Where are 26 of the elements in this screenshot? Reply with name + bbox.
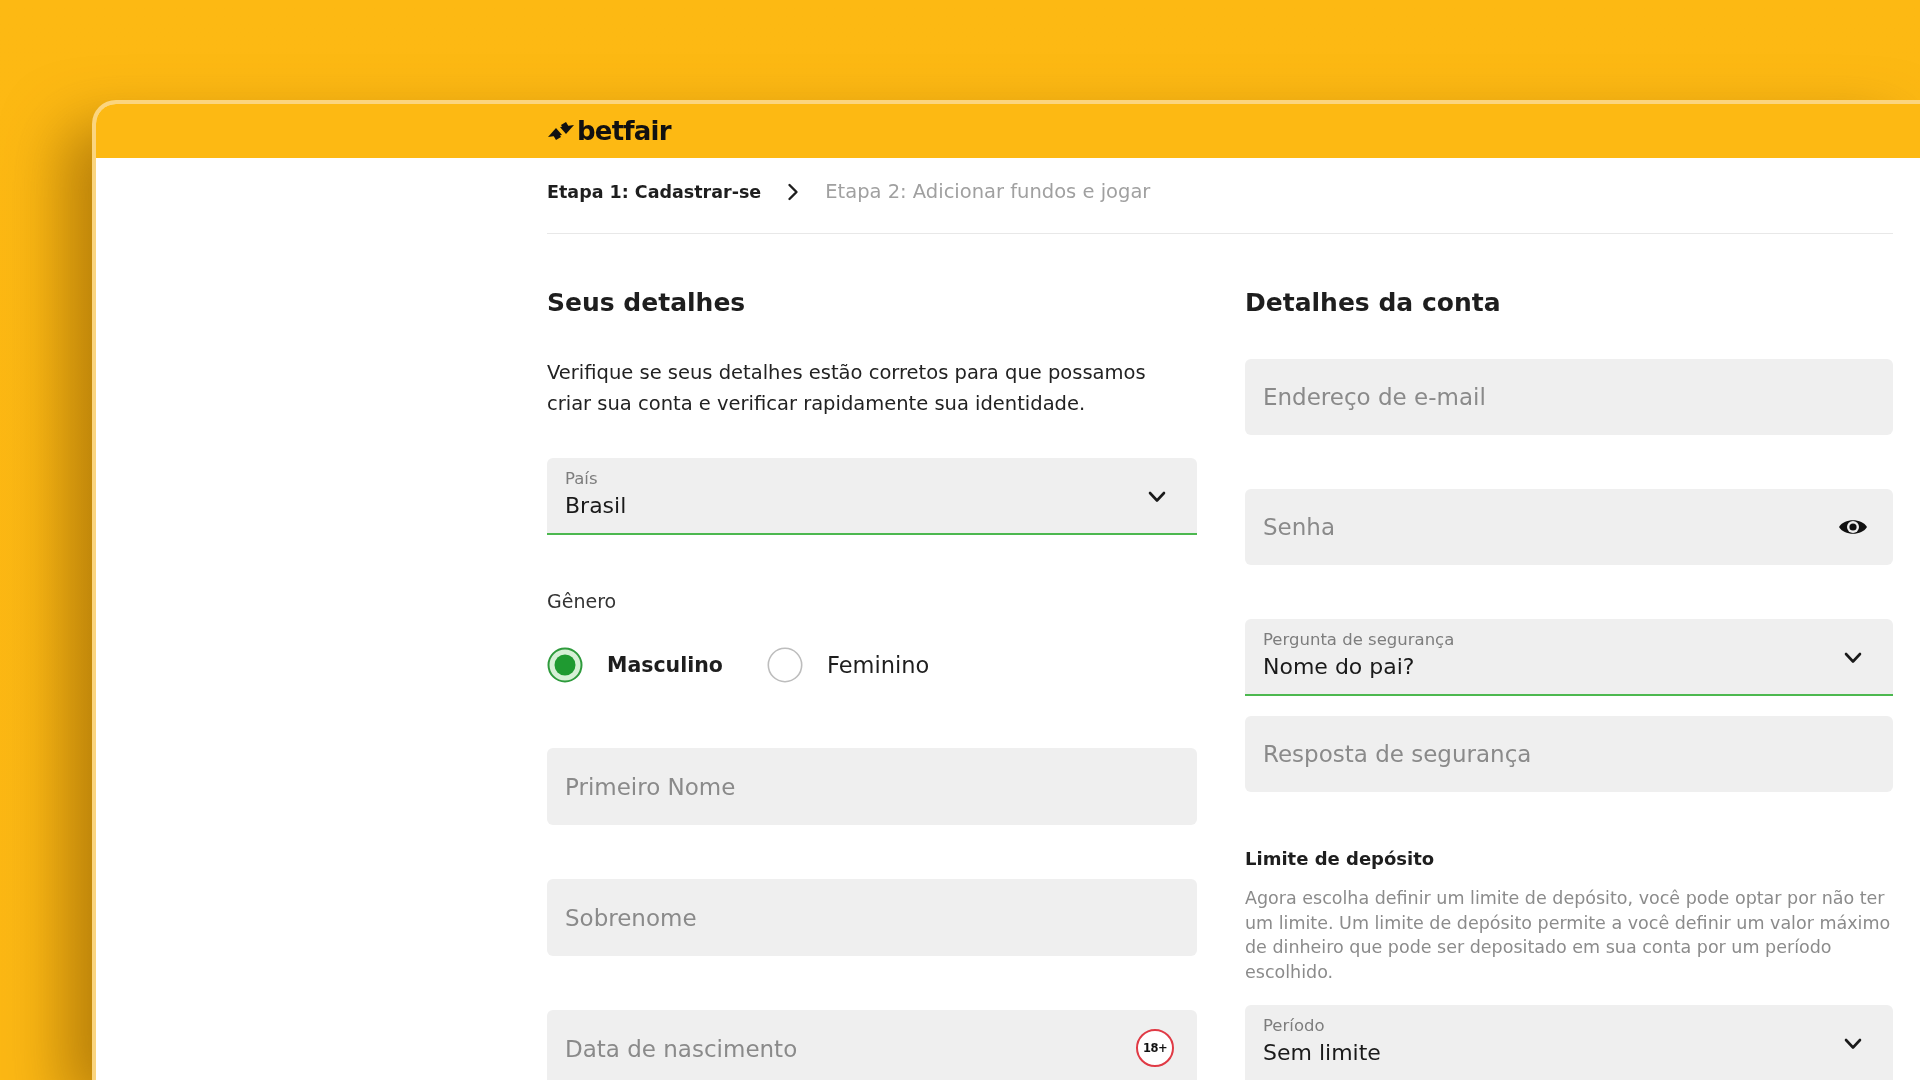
deposit-limit-description: Agora escolha definir um limite de depósito, você pode optar por não ter um limite. Um limite de depósito permite a você definir um valor máximo de dinheiro que pode ser depositado em sua conta por um período escolhido. [1245,887,1892,984]
intro-text: Verifique se seus detalhes estão corretos para que possamos criar sua conta e verificar rapidamente sua identidade. [547,360,1147,417]
radio-label[interactable]: Masculino [607,651,723,679]
chevron-down-icon [1148,491,1166,503]
gender-label: Gênero [547,589,618,613]
step-label: Etapa 2: Adicionar fundos e jogar [825,179,1151,204]
section-title: Seus detalhes [547,287,747,319]
email-field[interactable]: Endereço de e-mail [1245,359,1893,435]
security-question-dropdown[interactable]: Pergunta de segurança Nome do pai? [1245,619,1893,696]
period-dropdown[interactable]: Período Sem limite [1245,1005,1893,1080]
logo-icon [547,120,575,142]
radio-button[interactable] [547,647,583,683]
chevron-down-icon [1844,652,1862,664]
deposit-limit-title: Limite de depósito [1245,847,1436,871]
country-dropdown[interactable]: País Brasil [547,458,1197,535]
logo-text: betfair [577,116,671,146]
step-label: Etapa 1: Cadastrar-se [547,180,762,204]
password-field[interactable]: Senha [1245,489,1893,565]
chevron-right-icon [787,182,800,201]
first-name-field[interactable]: Primeiro Nome [547,748,1197,825]
last-name-field[interactable]: Sobrenome [547,879,1197,956]
radio-label[interactable]: Feminino [826,651,930,679]
section-title: Detalhes da conta [1245,287,1502,319]
chevron-down-icon [1844,1038,1862,1051]
radio-button[interactable] [766,647,803,683]
security-answer-field[interactable]: Resposta de segurança [1245,716,1893,792]
